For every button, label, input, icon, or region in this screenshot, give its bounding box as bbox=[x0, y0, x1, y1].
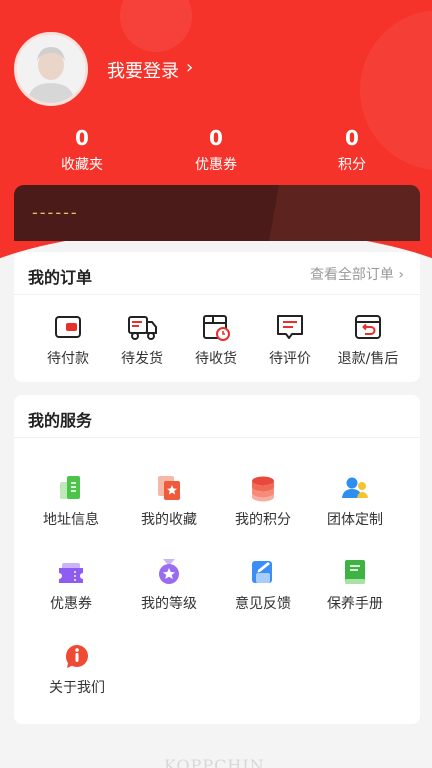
service-about[interactable]: 关于我们 bbox=[34, 641, 120, 697]
view-all-orders-link[interactable]: 查看全部订单 › bbox=[310, 264, 404, 284]
comment-icon bbox=[277, 315, 303, 339]
address-icon bbox=[60, 476, 80, 499]
package-clock-icon bbox=[203, 315, 230, 341]
info-icon bbox=[65, 645, 88, 668]
medal-icon bbox=[159, 559, 179, 584]
service-address[interactable]: 地址信息 bbox=[28, 473, 114, 529]
order-pending-payment[interactable]: 待付款 bbox=[24, 312, 112, 368]
services-card: 我的服务 地址信息 我的收藏 我的积分 团体定制 优惠券 我的等级 意见反馈 保… bbox=[14, 395, 420, 724]
favorite-icon bbox=[158, 476, 180, 500]
order-label: 退款/售后 bbox=[337, 351, 399, 367]
orders-title: 我的订单 bbox=[28, 268, 93, 287]
stat-value: 0 bbox=[209, 126, 223, 150]
group-icon bbox=[342, 477, 368, 498]
chevron-right-icon[interactable]: › bbox=[186, 57, 193, 78]
order-to-receive[interactable]: 待收货 bbox=[174, 312, 258, 368]
wallet-icon bbox=[55, 316, 81, 338]
divider bbox=[14, 294, 420, 295]
service-feedback[interactable]: 意见反馈 bbox=[220, 557, 306, 613]
stat-coupons[interactable]: 0 优惠券 bbox=[166, 126, 266, 174]
order-label: 待付款 bbox=[47, 351, 89, 367]
service-label: 保养手册 bbox=[327, 596, 383, 612]
view-all-label: 查看全部订单 bbox=[309, 267, 394, 283]
card-shine bbox=[269, 185, 420, 241]
order-to-ship[interactable]: 待发货 bbox=[100, 312, 184, 368]
service-coupons[interactable]: 优惠券 bbox=[28, 557, 114, 613]
service-label: 我的积分 bbox=[235, 512, 291, 528]
service-label: 地址信息 bbox=[43, 512, 99, 528]
stat-label: 收藏夹 bbox=[61, 157, 103, 173]
member-card-placeholder: ------ bbox=[32, 203, 79, 222]
service-label: 优惠券 bbox=[50, 596, 92, 612]
service-label: 意见反馈 bbox=[235, 596, 291, 612]
stat-label: 积分 bbox=[338, 157, 366, 173]
stat-favorites[interactable]: 0 收藏夹 bbox=[32, 126, 132, 174]
stat-points[interactable]: 0 积分 bbox=[302, 126, 402, 174]
order-label: 待评价 bbox=[269, 351, 311, 367]
service-points[interactable]: 我的积分 bbox=[220, 473, 306, 529]
chevron-right-icon: › bbox=[398, 267, 404, 283]
divider bbox=[14, 437, 420, 438]
order-label: 待发货 bbox=[121, 351, 163, 367]
stat-label: 优惠券 bbox=[195, 157, 237, 173]
avatar[interactable] bbox=[14, 32, 88, 106]
stat-value: 0 bbox=[75, 126, 89, 150]
order-refund[interactable]: 退款/售后 bbox=[324, 312, 412, 368]
service-group-custom[interactable]: 团体定制 bbox=[312, 473, 398, 529]
service-level[interactable]: 我的等级 bbox=[126, 557, 212, 613]
service-favorites[interactable]: 我的收藏 bbox=[126, 473, 212, 529]
service-label: 团体定制 bbox=[327, 512, 383, 528]
orders-card: 我的订单 查看全部订单 › 待付款 待发货 待收货 待评价 退款/售后 bbox=[14, 252, 420, 382]
feedback-icon bbox=[252, 561, 272, 583]
service-label: 关于我们 bbox=[49, 680, 105, 696]
stat-value: 0 bbox=[345, 126, 359, 150]
brand-watermark: KOPPCHIN bbox=[164, 756, 265, 768]
order-label: 待收货 bbox=[195, 351, 237, 367]
decor-bubble bbox=[120, 0, 192, 52]
service-label: 我的收藏 bbox=[141, 512, 197, 528]
points-icon bbox=[252, 476, 274, 502]
services-title: 我的服务 bbox=[28, 411, 93, 430]
manual-icon bbox=[345, 560, 365, 584]
truck-icon bbox=[128, 316, 157, 340]
service-label: 我的等级 bbox=[141, 596, 197, 612]
coupon-icon bbox=[59, 563, 83, 583]
user-avatar-icon bbox=[17, 35, 85, 103]
service-manual[interactable]: 保养手册 bbox=[312, 557, 398, 613]
order-to-review[interactable]: 待评价 bbox=[248, 312, 332, 368]
member-card[interactable]: ------ bbox=[14, 185, 420, 241]
refund-box-icon bbox=[355, 315, 381, 339]
login-link[interactable]: 我要登录 bbox=[107, 57, 179, 83]
